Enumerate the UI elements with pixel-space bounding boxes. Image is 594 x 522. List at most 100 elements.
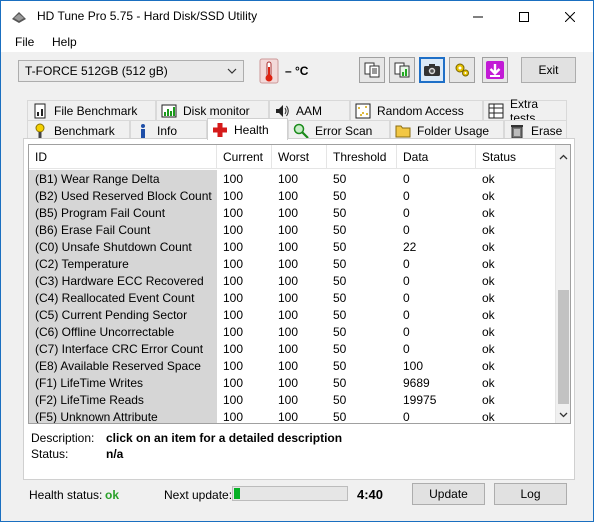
cell-id: (B1) Wear Range Delta [29,170,217,187]
menu-help[interactable]: Help [52,35,77,49]
table-row[interactable]: (C6) Offline Uncorrectable 100 100 50 0 ok [29,323,556,340]
cell-id: (C7) Interface CRC Error Count [29,340,217,357]
cell-status: ok [482,257,495,271]
cell-worst: 100 [278,376,299,390]
tab-info[interactable]: Info [130,120,207,140]
tab-extra-tests[interactable]: Extra tests [483,97,567,125]
drive-select[interactable]: T-FORCE 512GB (512 gB) [18,60,244,82]
table-row[interactable]: (C2) Temperature 100 100 50 0 ok [29,255,556,272]
tab-benchmark[interactable]: Benchmark [27,120,130,140]
table-row[interactable]: (E8) Available Reserved Space 100 100 50 100… [29,357,556,374]
vertical-scrollbar[interactable] [555,145,570,423]
cell-current: 100 [223,308,244,322]
table-row[interactable]: (C5) Current Pending Sector 100 100 50 0 ok [29,306,556,323]
table-row[interactable]: (C4) Reallocated Event Count 100 100 50 0 ok [29,289,556,306]
title-bar[interactable]: HD Tune Pro 5.75 - Hard Disk/SSD Utility [1,1,593,32]
column-header-current[interactable]: Current [217,145,272,169]
tab-disk-monitor[interactable]: Disk monitor [156,100,269,120]
cell-id: (E8) Available Reserved Space [29,357,217,374]
tab-health[interactable]: Health [207,118,288,140]
next-update-countdown: 4:40 [357,487,384,502]
copy-chart-button[interactable] [389,57,415,83]
cell-current: 100 [223,410,244,424]
maximize-icon [519,11,529,22]
column-header-threshold[interactable]: Threshold [327,145,397,169]
table-row[interactable]: (B2) Used Reserved Block Count 100 100 50 0 o… [29,187,556,204]
column-header-status[interactable]: Status [476,145,556,169]
cell-status: ok [482,393,495,407]
tab-aam[interactable]: AAM [269,100,350,120]
cell-status: ok [482,189,495,203]
folder-icon [395,125,411,137]
save-button[interactable] [482,57,508,83]
tab-error-scan[interactable]: Error Scan [288,120,390,140]
tab-file-benchmark[interactable]: File Benchmark [27,100,156,120]
copy-text-button[interactable] [359,57,385,83]
cell-id: (C3) Hardware ECC Recovered [29,272,217,289]
cell-id: (F1) LifeTime Writes [29,374,217,391]
file-benchmark-icon [34,103,46,118]
table-row[interactable]: (B1) Wear Range Delta 100 100 50 0 ok [29,170,556,187]
temperature-readout: – °C [285,64,309,78]
menu-file[interactable]: File [15,35,34,49]
table-row[interactable]: (F5) Unknown Attribute 100 100 50 0 ok [29,408,556,424]
chevron-up-icon [559,154,568,160]
cell-data: 0 [403,206,410,220]
smart-table[interactable]: ID Current Worst Threshold Data Status (… [28,144,571,424]
cell-current: 100 [223,206,244,220]
scroll-down-button[interactable] [556,407,570,423]
screenshot-button[interactable] [419,57,445,83]
tab-random-access[interactable]: Random Access [350,100,483,120]
benchmark-icon [35,123,45,138]
cell-status: ok [482,325,495,339]
column-header-data[interactable]: Data [397,145,476,169]
column-header-worst[interactable]: Worst [272,145,327,169]
log-button[interactable]: Log [494,483,567,505]
cell-id: (C4) Reallocated Event Count [29,289,217,306]
app-window: HD Tune Pro 5.75 - Hard Disk/SSD Utility… [0,0,594,522]
scroll-up-button[interactable] [556,149,570,165]
cell-id: (C6) Offline Uncorrectable [29,323,217,340]
table-row[interactable]: (C7) Interface CRC Error Count 100 100 50 0 o… [29,340,556,357]
table-row[interactable]: (B5) Program Fail Count 100 100 50 0 ok [29,204,556,221]
table-row[interactable]: (F1) LifeTime Writes 100 100 50 9689 ok [29,374,556,391]
cell-data: 0 [403,291,410,305]
cell-worst: 100 [278,393,299,407]
maximize-button[interactable] [501,1,547,32]
cell-data: 19975 [403,393,437,407]
cell-status: ok [482,410,495,424]
tab-erase[interactable]: Erase [504,120,567,140]
tab-label: Folder Usage [417,123,490,138]
cell-current: 100 [223,359,244,373]
cell-data: 0 [403,325,410,339]
cell-id: (F2) LifeTime Reads [29,391,217,408]
close-icon [565,11,575,22]
tab-label: Health [234,122,269,137]
minimize-button[interactable] [455,1,501,32]
drive-select-value: T-FORCE 512GB (512 gB) [25,64,168,78]
cell-current: 100 [223,274,244,288]
exit-button[interactable]: Exit [521,57,576,83]
column-header-id[interactable]: ID [29,145,217,169]
options-button[interactable] [449,57,475,83]
cell-threshold: 50 [333,308,347,322]
cell-id: (B5) Program Fail Count [29,204,217,221]
health-status-label: Health status: [29,488,103,502]
tab-label: Benchmark [54,123,115,138]
cell-worst: 100 [278,274,299,288]
close-button[interactable] [547,1,593,32]
table-row[interactable]: (C3) Hardware ECC Recovered 100 100 50 0 ok [29,272,556,289]
description-label: Description: [31,431,95,445]
cell-data: 0 [403,257,410,271]
table-row[interactable]: (B6) Erase Fail Count 100 100 50 0 ok [29,221,556,238]
update-button[interactable]: Update [412,483,485,505]
scrollbar-thumb[interactable] [558,290,569,404]
description-value: click on an item for a detailed descript… [106,431,343,445]
next-update-label: Next update: [164,488,233,502]
tab-label: Disk monitor [183,103,250,118]
health-panel: ID Current Worst Threshold Data Status (… [23,138,575,480]
table-row[interactable]: (C0) Unsafe Shutdown Count 100 100 50 22 ok [29,238,556,255]
tab-folder-usage[interactable]: Folder Usage [390,120,504,140]
chevron-down-icon [227,68,237,74]
table-row[interactable]: (F2) LifeTime Reads 100 100 50 19975 ok [29,391,556,408]
